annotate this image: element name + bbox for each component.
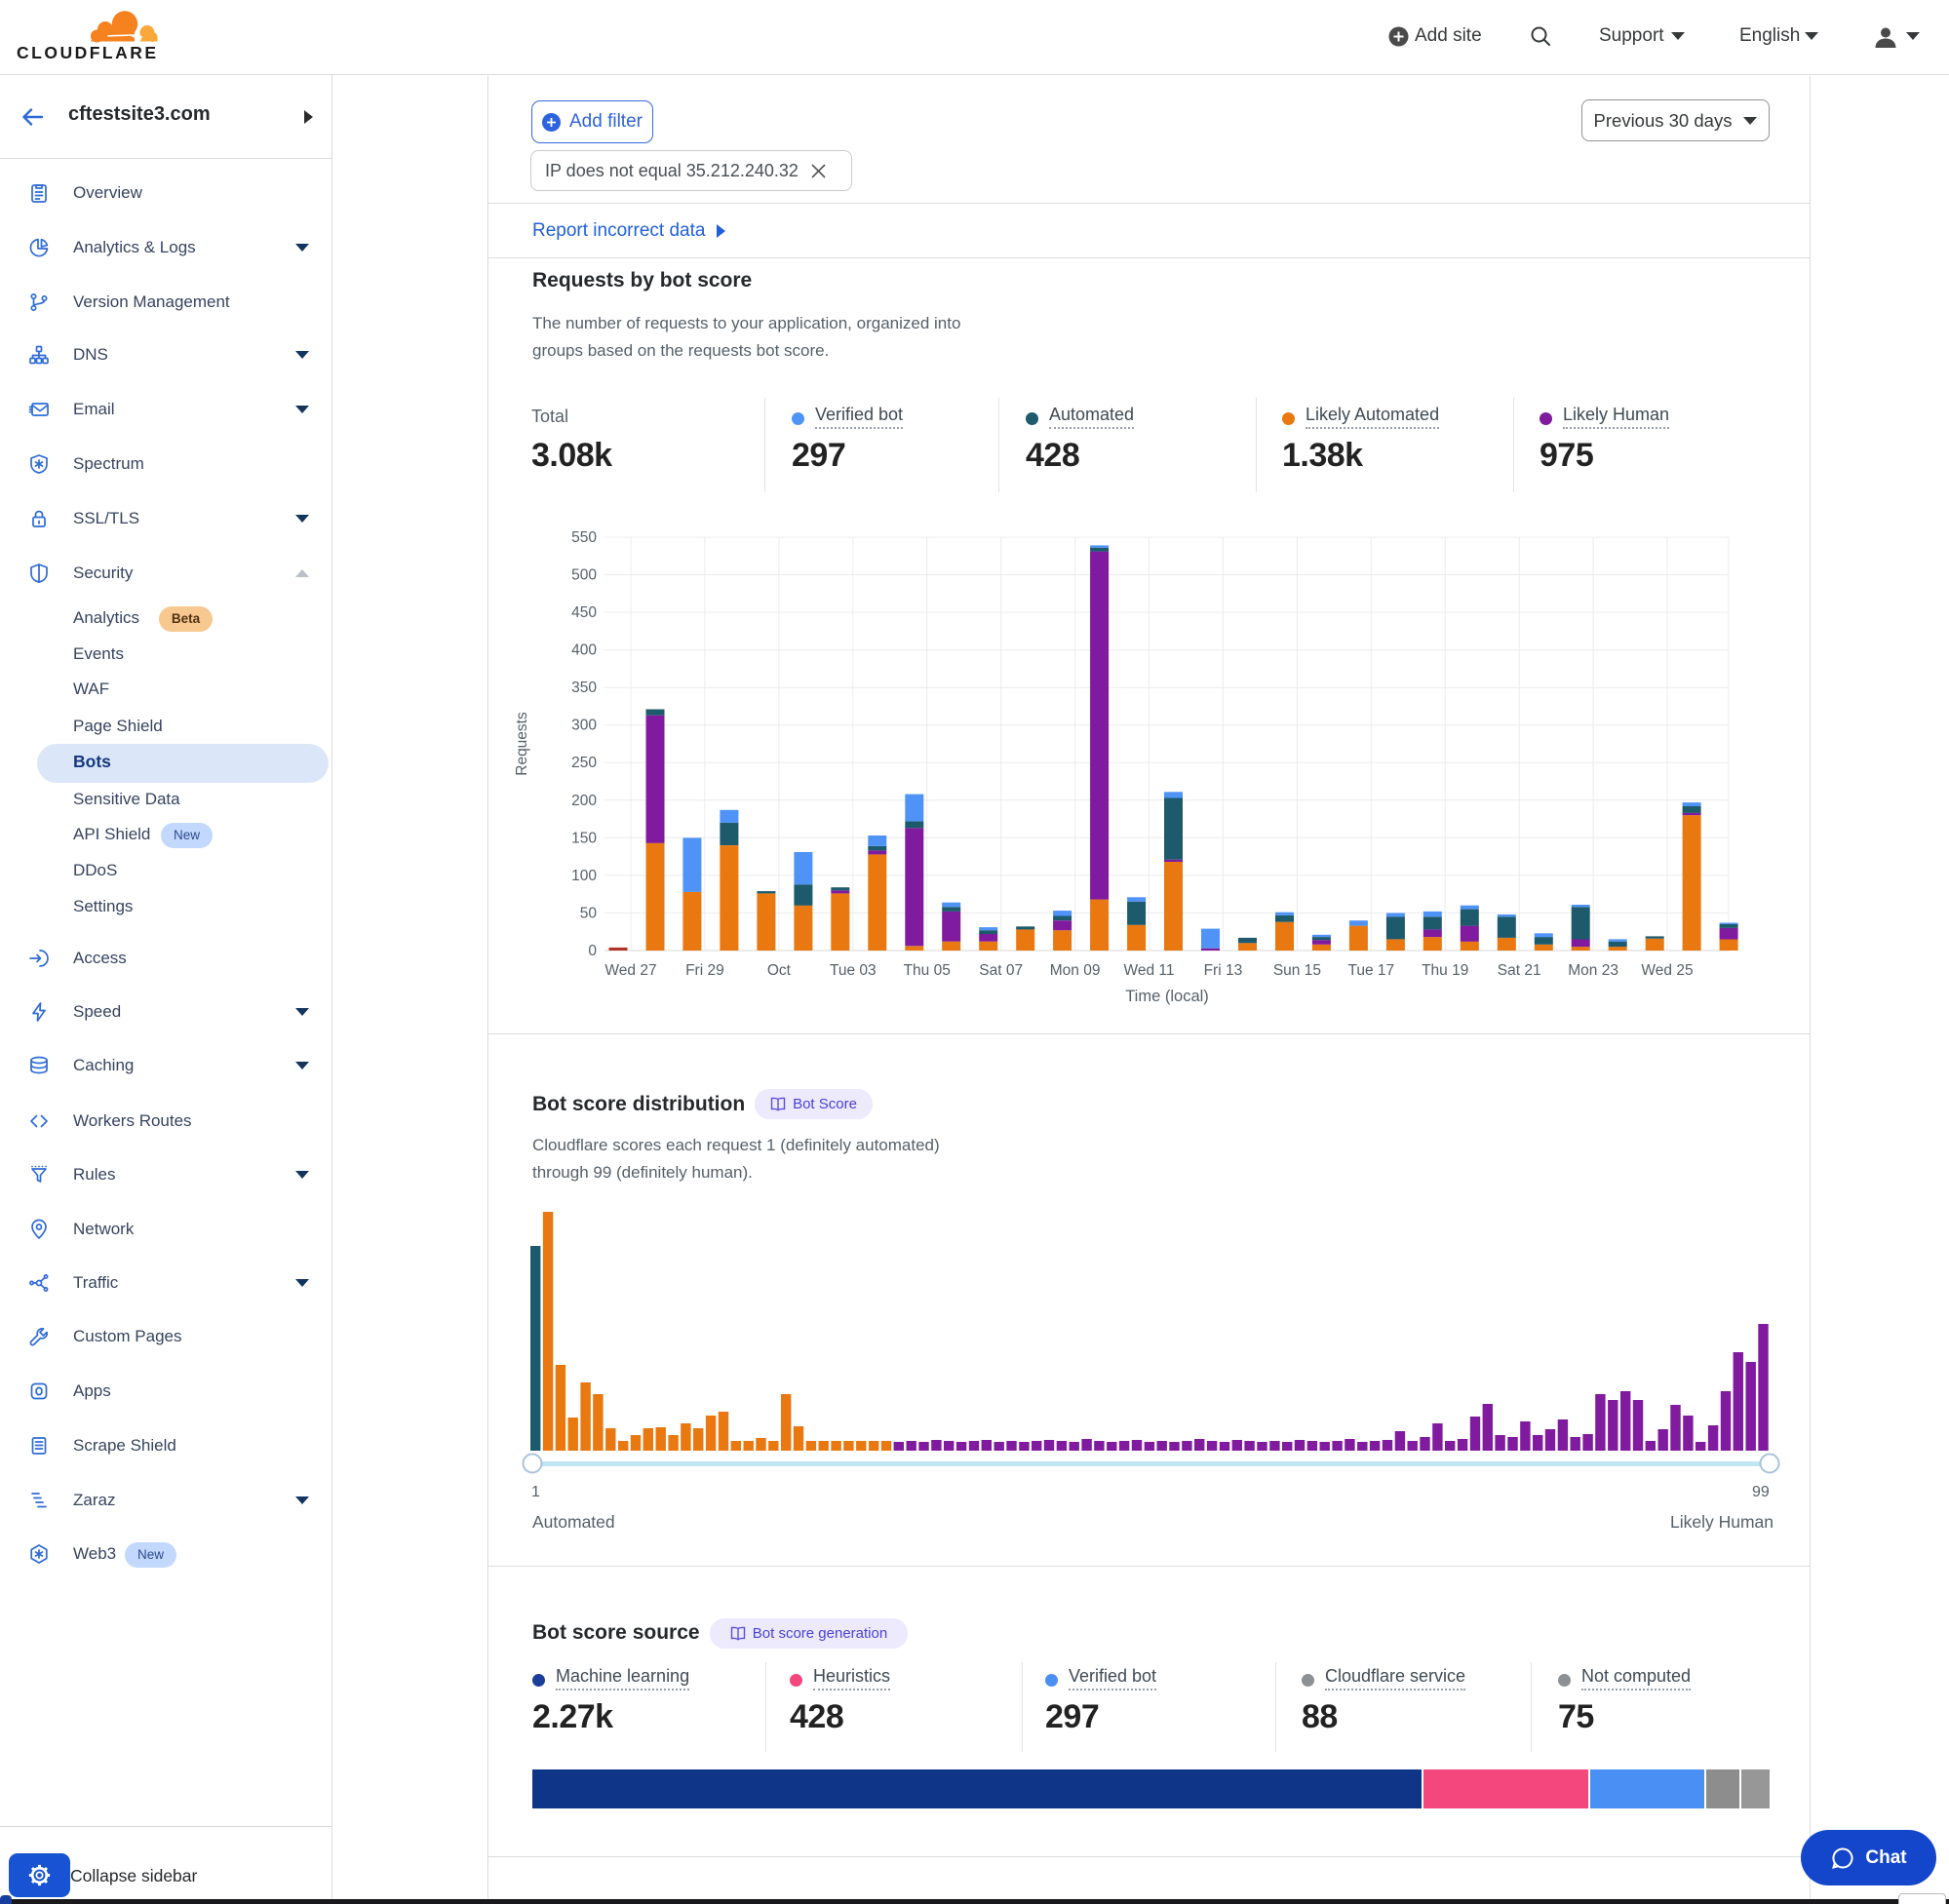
svg-text:Mon 09: Mon 09 [1050, 962, 1101, 979]
svg-text:Wed 25: Wed 25 [1641, 962, 1693, 979]
svg-text:Sat 07: Sat 07 [979, 962, 1023, 979]
svg-text:250: 250 [571, 755, 597, 771]
svg-text:Requests: Requests [514, 712, 530, 776]
svg-text:450: 450 [571, 604, 597, 621]
svg-text:550: 550 [571, 529, 597, 546]
svg-text:Thu 05: Thu 05 [904, 962, 951, 979]
svg-text:Mon 23: Mon 23 [1568, 962, 1618, 979]
svg-text:200: 200 [571, 793, 597, 809]
svg-text:0: 0 [588, 943, 597, 959]
svg-text:350: 350 [571, 680, 597, 696]
svg-text:Tue 17: Tue 17 [1347, 962, 1394, 979]
svg-text:Thu 19: Thu 19 [1422, 962, 1468, 979]
svg-text:Tue 03: Tue 03 [830, 962, 877, 979]
svg-text:100: 100 [571, 868, 597, 884]
svg-text:Fri 29: Fri 29 [685, 962, 724, 979]
svg-text:150: 150 [571, 830, 597, 846]
svg-text:Fri 13: Fri 13 [1204, 962, 1243, 979]
svg-text:300: 300 [571, 718, 597, 734]
svg-text:50: 50 [580, 906, 598, 922]
svg-text:Wed 11: Wed 11 [1124, 962, 1175, 979]
svg-text:Sun 15: Sun 15 [1273, 962, 1321, 979]
svg-text:400: 400 [571, 642, 597, 659]
svg-text:Time (local): Time (local) [1125, 988, 1209, 1005]
svg-text:Sat 21: Sat 21 [1498, 962, 1541, 979]
svg-text:500: 500 [571, 567, 597, 584]
svg-text:Oct: Oct [767, 962, 792, 979]
svg-text:Wed 27: Wed 27 [604, 962, 656, 979]
